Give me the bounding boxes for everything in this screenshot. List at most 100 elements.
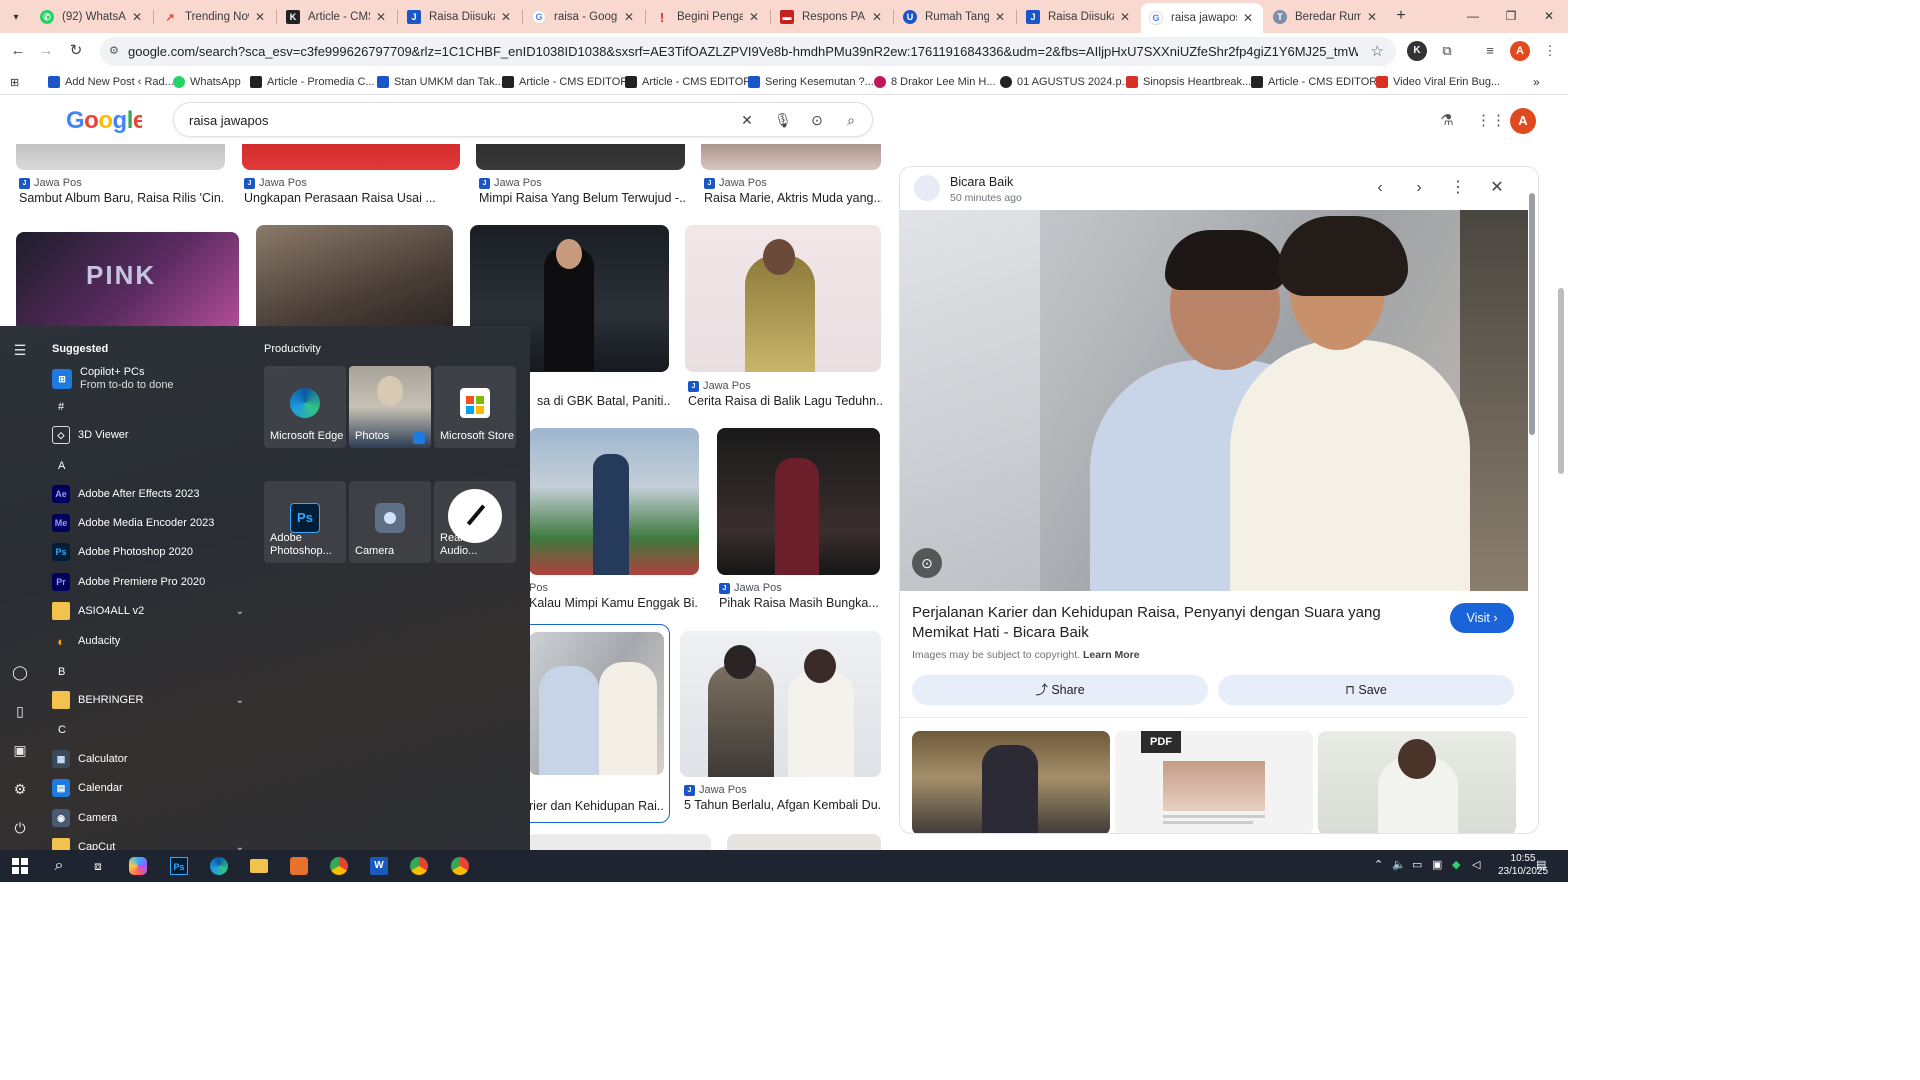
app-media-encoder[interactable]: Me Adobe Media Encoder 2023 <box>52 510 248 536</box>
app-asio4all[interactable]: ASIO4ALL v2 ⌄ <box>52 598 248 624</box>
close-icon[interactable]: ✕ <box>993 10 1007 24</box>
bookmark-item[interactable]: Stan UMKM dan Tak... <box>377 74 504 90</box>
tab-beredar[interactable]: T Beredar Rumor ✕ <box>1265 4 1387 30</box>
tab-trending[interactable]: ↗ Trending Now ✕ <box>155 4 275 30</box>
more-options-icon[interactable]: ⋮ <box>1447 177 1469 199</box>
close-icon[interactable]: ✕ <box>253 10 267 24</box>
app-capcut[interactable]: CapCut ⌄ <box>52 834 248 850</box>
settings-icon[interactable]: ⚙ <box>10 779 30 799</box>
result-thumbnail[interactable] <box>476 144 685 170</box>
lens-search-icon[interactable]: ⊙ <box>912 548 942 578</box>
display-icon[interactable]: ▣ <box>1432 858 1442 871</box>
group-letter[interactable]: B <box>58 666 65 678</box>
bookmark-star-icon[interactable]: ☆ <box>1371 42 1384 60</box>
shield-icon[interactable]: ◆ <box>1452 858 1460 871</box>
chrome-active-icon[interactable] <box>448 854 472 878</box>
bookmark-item[interactable]: Article - CMS EDITOR <box>1251 74 1377 90</box>
url-text[interactable]: google.com/search?sca_esv=c3fe9996267977… <box>128 44 1358 59</box>
result-thumbnail[interactable] <box>16 144 225 170</box>
app-calculator[interactable]: ▦ Calculator <box>52 746 248 772</box>
result-caption[interactable]: Ungkapan Perasaan Raisa Usai ... <box>244 191 460 205</box>
tab-begini[interactable]: ! Begini Pengaku ✕ <box>647 4 769 30</box>
tray-overflow-icon[interactable]: ⌃ <box>1374 858 1383 871</box>
site-info-icon[interactable]: ⚙ <box>109 44 124 59</box>
close-icon[interactable]: ✕ <box>747 10 761 24</box>
suggested-item-copilot[interactable]: ⊞ Copilot+ PCs From to-do to done <box>52 364 248 394</box>
share-button[interactable]: ⤴ Share <box>912 675 1208 705</box>
preview-title[interactable]: Perjalanan Karier dan Kehidupan Raisa, P… <box>912 603 1437 643</box>
result-thumbnail[interactable] <box>527 834 711 850</box>
tile-store[interactable]: Microsoft Store <box>434 366 516 448</box>
result-caption[interactable]: Kalau Mimpi Kamu Enggak Bi... <box>529 596 699 610</box>
browser-menu-icon[interactable]: ⋮ <box>1540 41 1560 61</box>
tab-cms[interactable]: K Article - CMS E ✕ <box>278 4 396 30</box>
tab-whatsapp[interactable]: ✆ (92) WhatsApp ✕ <box>32 4 152 30</box>
account-avatar[interactable]: A <box>1510 108 1536 134</box>
result-caption[interactable]: Pihak Raisa Masih Bungka... <box>719 596 881 610</box>
app-photoshop[interactable]: Ps Adobe Photoshop 2020 <box>52 539 248 565</box>
speaker-icon[interactable]: ◁ <box>1472 858 1480 871</box>
related-image[interactable]: PDF <box>1115 731 1313 833</box>
extensions-puzzle-icon[interactable]: ⧉ <box>1437 41 1457 61</box>
preview-scrollbar[interactable] <box>1528 183 1536 829</box>
preview-site-name[interactable]: Bicara Baik <box>950 175 1013 189</box>
close-icon[interactable]: ✕ <box>622 10 636 24</box>
tile-photoshop[interactable]: Ps Adobe Photoshop... <box>264 481 346 563</box>
save-button[interactable]: ⊓ Save <box>1218 675 1514 705</box>
network-icon[interactable]: ▭ <box>1412 858 1422 871</box>
chrome-icon[interactable] <box>407 854 431 878</box>
tile-photos[interactable]: Photos <box>349 366 431 448</box>
result-thumbnail[interactable] <box>701 144 881 170</box>
more-bookmarks-icon[interactable]: » <box>1533 74 1540 90</box>
result-caption[interactable]: Raisa Marie, Aktris Muda yang... <box>704 191 882 205</box>
documents-icon[interactable]: ▯ <box>10 701 30 721</box>
tab-rumah-tangga[interactable]: U Rumah Tangga ✕ <box>895 4 1015 30</box>
close-icon[interactable]: ✕ <box>374 10 388 24</box>
result-caption[interactable]: 5 Tahun Berlalu, Afgan Kembali Du... <box>684 798 880 812</box>
edge-taskbar-icon[interactable] <box>207 854 231 878</box>
bookmark-item[interactable]: Article - CMS EDITOR <box>502 74 628 90</box>
google-apps-icon[interactable]: ⋮⋮ <box>1476 110 1506 132</box>
result-thumbnail[interactable] <box>529 428 699 575</box>
chevron-down-icon[interactable]: ⌄ <box>236 842 244 851</box>
close-icon[interactable]: ✕ <box>130 10 144 24</box>
app-premiere[interactable]: Pr Adobe Premiere Pro 2020 <box>52 569 248 595</box>
search-input[interactable]: raisa jawapos <box>189 113 269 128</box>
app-orange-icon[interactable] <box>287 854 311 878</box>
google-logo[interactable]: Google <box>66 106 146 141</box>
window-close-icon[interactable]: ✕ <box>1534 6 1564 26</box>
result-caption[interactable]: rier dan Kehidupan Rai... <box>529 799 664 813</box>
tile-realtek[interactable]: Realtek Audio... <box>434 481 516 563</box>
profile-avatar[interactable]: A <box>1510 41 1530 61</box>
power-icon[interactable]: ⏻ <box>10 818 30 838</box>
task-view-icon[interactable]: ⧈ <box>86 854 110 878</box>
copilot-icon[interactable] <box>126 854 150 878</box>
result-caption[interactable]: sa di GBK Batal, Paniti... <box>537 394 671 408</box>
result-thumbnail[interactable] <box>680 631 881 777</box>
visit-button[interactable]: Visit › <box>1450 603 1514 633</box>
search-box[interactable]: raisa jawapos ✕ 🎙 ⊙ ⌕ <box>173 102 873 137</box>
clear-icon[interactable]: ✕ <box>738 111 756 129</box>
word-icon[interactable]: W <box>367 854 391 878</box>
bookmark-item[interactable]: WhatsApp <box>173 74 241 90</box>
file-explorer-icon[interactable] <box>247 854 271 878</box>
previous-icon[interactable]: ‹ <box>1369 177 1391 199</box>
chevron-down-icon[interactable]: ⌄ <box>236 606 244 617</box>
bookmark-item[interactable]: 8 Drakor Lee Min H... <box>874 74 996 90</box>
result-thumbnail[interactable] <box>727 834 881 850</box>
result-caption[interactable]: Mimpi Raisa Yang Belum Terwujud -... <box>479 191 685 205</box>
back-icon[interactable]: ← <box>6 39 30 63</box>
result-thumbnail[interactable] <box>256 225 453 332</box>
tab-raisa-diisukan-2[interactable]: J Raisa Diisukan ✕ <box>1018 4 1140 30</box>
next-icon[interactable]: › <box>1408 177 1430 199</box>
bookmark-item[interactable]: Video Viral Erin Bug... <box>1376 74 1500 90</box>
labs-icon[interactable]: ⚗ <box>1436 110 1458 132</box>
forward-icon[interactable]: → <box>34 39 58 63</box>
group-letter[interactable]: C <box>58 724 66 736</box>
tab-raisa-jawapos[interactable]: G raisa jawapos ✕ <box>1141 3 1263 33</box>
minimize-icon[interactable]: — <box>1458 6 1488 26</box>
tab-raisa-google[interactable]: G raisa - Google ✕ <box>524 4 644 30</box>
app-audacity[interactable]: ◐ Audacity <box>52 628 248 654</box>
close-icon[interactable]: ✕ <box>1118 10 1132 24</box>
user-account-icon[interactable]: ◯ <box>10 662 30 682</box>
